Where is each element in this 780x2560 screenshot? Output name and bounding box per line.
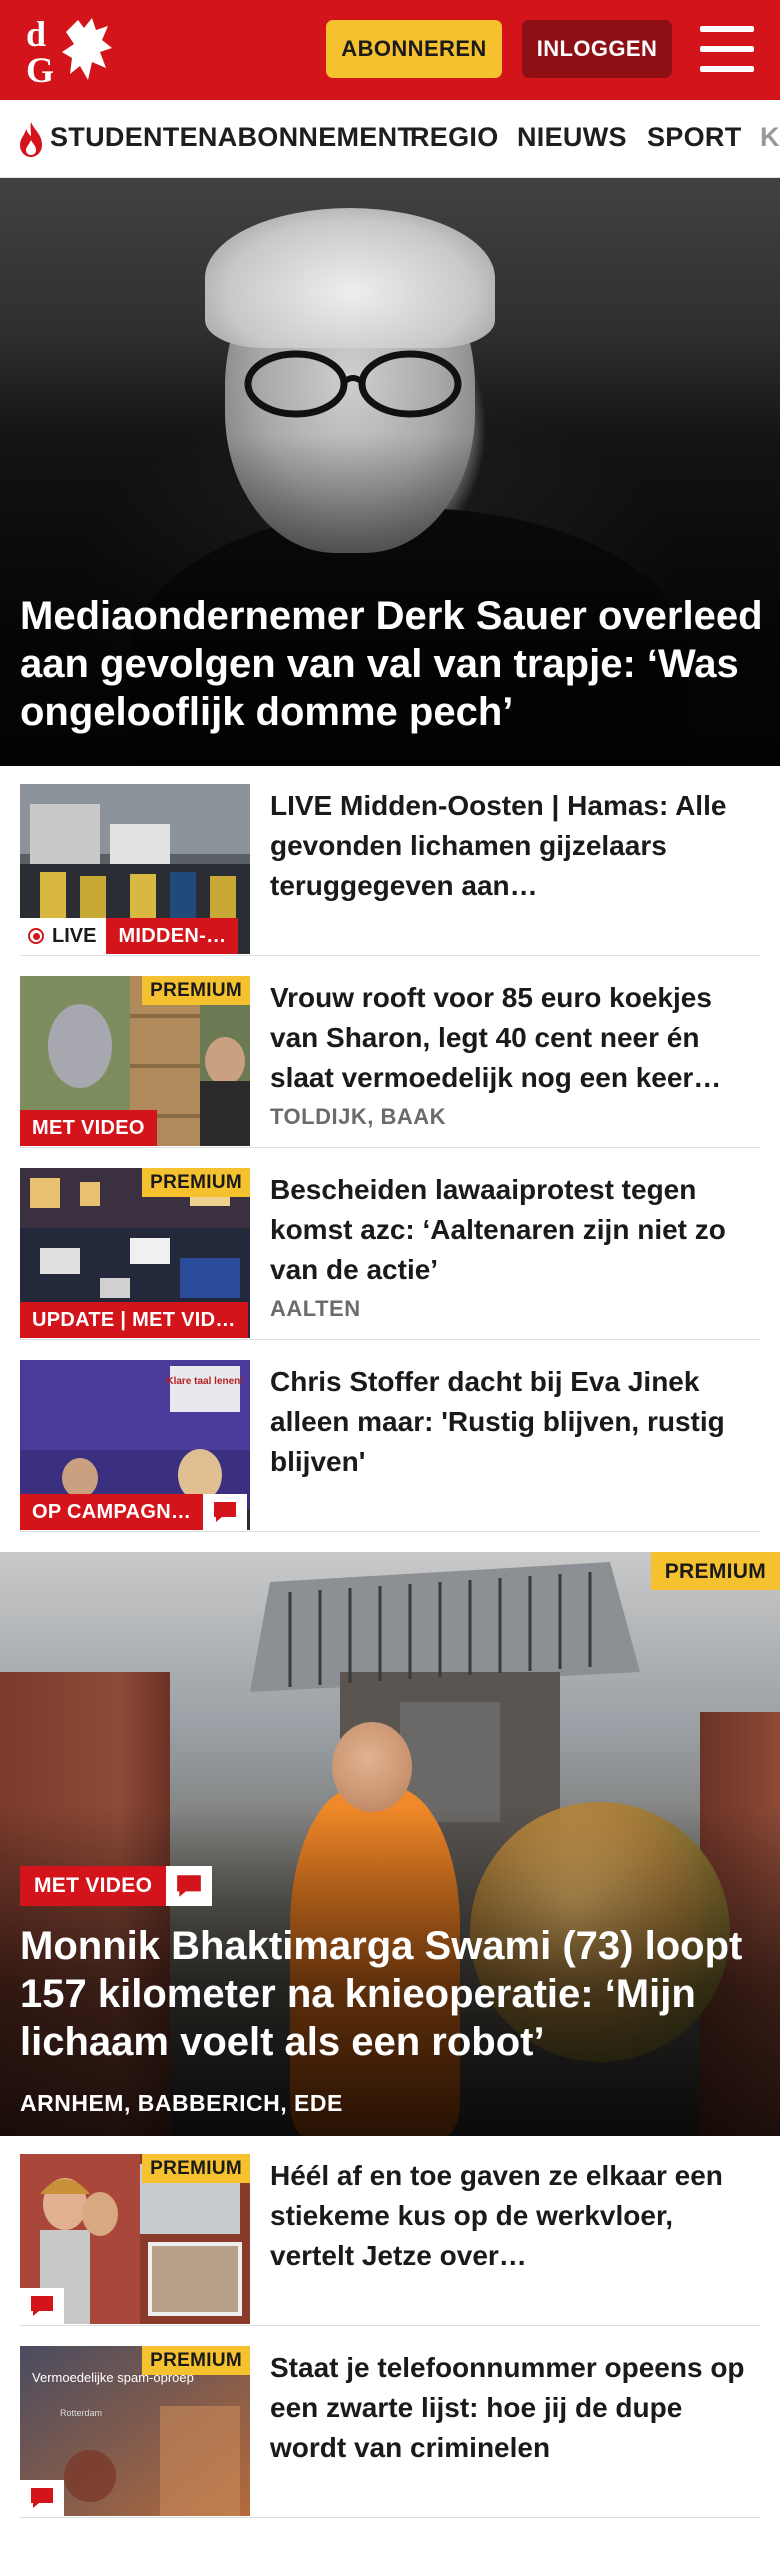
nav-item-nieuws[interactable]: NIEUWS: [517, 122, 627, 153]
article-thumbnail[interactable]: Klare taal lenen! OP CAMPAGN…: [20, 1360, 250, 1530]
article-item[interactable]: PREMIUM UPDATE | MET VID… Bescheiden law…: [20, 1150, 760, 1340]
article-item[interactable]: LIVE MIDDEN-… LIVE Midden-Oosten | Hamas…: [20, 766, 760, 956]
article-item[interactable]: PREMIUM MET VIDEO Vrouw rooft voor 85 eu…: [20, 958, 760, 1148]
article-thumbnail[interactable]: LIVE MIDDEN-…: [20, 784, 250, 954]
article-title[interactable]: Chris Stoffer dacht bij Eva Jinek alleen…: [270, 1362, 760, 1482]
hero-article[interactable]: Mediaondernemer Derk Sauer overleed aan …: [0, 178, 780, 766]
tag-bar: MET VIDEO: [20, 1866, 213, 1906]
feature-title[interactable]: Monnik Bhaktimarga Swami (73) loopt 157 …: [20, 1922, 770, 2066]
subscribe-button[interactable]: ABONNEREN: [326, 20, 502, 78]
comment-icon: [20, 2288, 64, 2324]
comment-icon: [203, 1494, 248, 1530]
article-thumbnail[interactable]: Vermoedelijke spam-oproep Rotterdam PREM…: [20, 2346, 250, 2516]
article-location: AALTEN: [270, 1296, 361, 1321]
nav-item-regio[interactable]: REGIO: [410, 122, 499, 153]
tag-bar: [20, 2288, 64, 2324]
live-label: LIVE: [52, 924, 97, 947]
nav-item-sport[interactable]: SPORT: [647, 122, 742, 153]
article-item[interactable]: Vermoedelijke spam-oproep Rotterdam PREM…: [20, 2328, 760, 2518]
svg-text:G: G: [26, 50, 54, 88]
hamburger-menu-icon[interactable]: [700, 26, 754, 72]
tag-bar: UPDATE | MET VID…: [20, 1302, 248, 1338]
comment-icon: [166, 1866, 213, 1906]
hero-title[interactable]: Mediaondernemer Derk Sauer overleed aan …: [20, 592, 770, 736]
section-nav: STUDENTENABONNEMENT REGIO NIEUWS SPORT K: [0, 100, 780, 178]
login-button[interactable]: INLOGGEN: [522, 20, 672, 78]
premium-badge: PREMIUM: [650, 1552, 780, 1590]
nav-item-studentenabonnement[interactable]: STUDENTENABONNEMENT: [50, 122, 414, 153]
article-item[interactable]: PREMIUM Héél af en toe gaven ze elkaar e…: [20, 2136, 760, 2326]
tag-bar: [20, 2480, 64, 2516]
article-title[interactable]: Héél af en toe gaven ze elkaar een stiek…: [270, 2156, 760, 2276]
nav-item-more[interactable]: K: [760, 122, 780, 153]
hero-photo-glasses: [244, 350, 462, 418]
article-title[interactable]: LIVE Midden-Oosten | Hamas: Alle gevonde…: [270, 786, 760, 906]
svg-text:d: d: [26, 14, 46, 54]
live-dot-icon: [28, 928, 44, 944]
article-item[interactable]: Klare taal lenen! OP CAMPAGN… Chris Stof…: [20, 1342, 760, 1532]
article-thumbnail[interactable]: PREMIUM: [20, 2154, 250, 2324]
article-thumbnail[interactable]: PREMIUM UPDATE | MET VID…: [20, 1168, 250, 1338]
feature-article[interactable]: PREMIUM MET VIDEO Monnik Bhaktimarga Swa…: [0, 1552, 780, 2136]
category-tag: MET VIDEO: [20, 1866, 167, 1906]
hero-photo-hair: [205, 208, 495, 348]
top-header: d G ABONNEREN INLOGGEN: [0, 0, 780, 100]
flame-icon: [20, 122, 42, 157]
tag-bar: LIVE MIDDEN-…: [20, 918, 239, 954]
premium-badge: PREMIUM: [142, 2154, 250, 2183]
live-badge: LIVE: [20, 918, 107, 954]
premium-badge: PREMIUM: [142, 2346, 250, 2375]
category-tag: MIDDEN-…: [106, 918, 239, 954]
comment-icon: [20, 2480, 64, 2516]
category-tag: UPDATE | MET VID…: [20, 1302, 248, 1338]
category-tag: OP CAMPAGN…: [20, 1494, 204, 1530]
tag-bar: OP CAMPAGN…: [20, 1494, 248, 1530]
category-tag: MET VIDEO: [20, 1110, 157, 1146]
article-location: TOLDIJK, BAAK: [270, 1104, 446, 1129]
tag-bar: MET VIDEO: [20, 1110, 157, 1146]
dg-logo[interactable]: d G: [22, 12, 118, 88]
premium-badge: PREMIUM: [142, 1168, 250, 1197]
article-thumbnail[interactable]: PREMIUM MET VIDEO: [20, 976, 250, 1146]
article-title[interactable]: Bescheiden lawaaiprotest tegen komst azc…: [270, 1170, 760, 1290]
monk-head: [332, 1722, 412, 1812]
premium-badge: PREMIUM: [142, 976, 250, 1005]
feature-location: ARNHEM, BABBERICH, EDE: [20, 2090, 343, 2116]
article-title[interactable]: Staat je telefoonnummer opeens op een zw…: [270, 2348, 760, 2468]
article-title[interactable]: Vrouw rooft voor 85 euro koekjes van Sha…: [270, 978, 760, 1098]
thumbnail-spam-subtext: Rotterdam: [60, 2408, 102, 2418]
thumbnail-sign-text: Klare taal lenen!: [166, 1376, 243, 1387]
